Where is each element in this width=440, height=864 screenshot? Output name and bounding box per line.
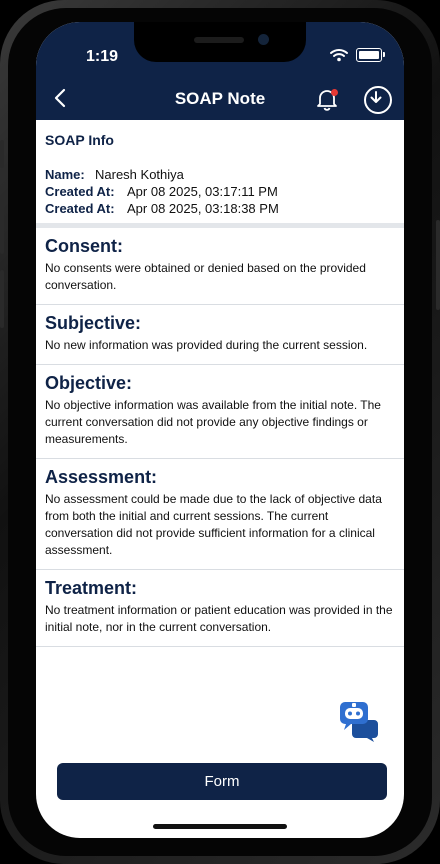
section-heading: Objective: <box>45 373 133 393</box>
section-objective: Objective: No objective information was … <box>36 365 404 459</box>
name-row: Name: Naresh Kothiya <box>45 166 395 183</box>
status-icons <box>330 48 385 62</box>
section-text: No consents were obtained or denied base… <box>45 261 366 292</box>
section-text: No treatment information or patient educ… <box>45 603 393 634</box>
mute-switch <box>0 140 4 168</box>
name-label: Name: <box>45 167 85 182</box>
notch <box>134 22 306 62</box>
section-text: No new information was provided during t… <box>45 338 368 352</box>
section-text: No assessment could be made due to the l… <box>45 492 382 557</box>
home-indicator[interactable] <box>153 824 287 829</box>
download-button[interactable] <box>364 86 392 114</box>
volume-up-button <box>0 196 4 254</box>
page-title: SOAP Note <box>174 89 266 108</box>
volume-down-button <box>0 270 4 328</box>
app-screen: 1:19 SOAP Note SOAP Info Name: Naresh Ko… <box>36 22 404 838</box>
speaker-grille <box>194 37 244 43</box>
power-button <box>436 220 440 310</box>
front-camera <box>258 34 269 45</box>
section-heading: Treatment: <box>45 578 138 598</box>
wifi-icon <box>330 49 348 62</box>
section-treatment: Treatment: No treatment information or p… <box>36 570 404 647</box>
phone-frame: 1:19 SOAP Note SOAP Info Name: Naresh Ko… <box>0 0 440 864</box>
name-value: Naresh Kothiya <box>95 167 184 182</box>
soap-info-card: SOAP Info Name: Naresh Kothiya Created At… <box>36 120 404 228</box>
created-at-label: Created At: <box>45 184 115 199</box>
section-text: No objective information was available f… <box>45 398 381 446</box>
created-at-value: Apr 08 2025, 03:17:11 PM <box>127 184 278 199</box>
battery-icon <box>356 48 385 62</box>
section-assessment: Assessment: No assessment could be made … <box>36 459 404 570</box>
chatbot-button[interactable] <box>338 700 380 742</box>
section-subjective: Subjective: No new information was provi… <box>36 305 404 365</box>
created-at-row: Created At: Apr 08 2025, 03:18:38 PM <box>45 200 395 217</box>
app-header: 1:19 SOAP Note <box>36 22 404 120</box>
form-button[interactable]: Form <box>57 763 387 800</box>
status-time: 1:19 <box>86 48 119 65</box>
chatbot-icon <box>340 702 378 742</box>
section-heading: Assessment: <box>45 467 158 487</box>
created-at-label: Created At: <box>45 201 115 216</box>
notification-badge <box>331 89 338 96</box>
soap-content: SOAP Info Name: Naresh Kothiya Created At… <box>36 120 404 647</box>
soap-info-heading: SOAP Info <box>45 132 114 148</box>
created-at-value: Apr 08 2025, 03:18:38 PM <box>127 201 279 216</box>
section-consent: Consent: No consents were obtained or de… <box>36 228 404 305</box>
section-heading: Consent: <box>45 236 123 256</box>
created-at-row: Created At: Apr 08 2025, 03:17:11 PM <box>45 183 395 200</box>
download-icon <box>370 91 382 103</box>
section-heading: Subjective: <box>45 313 142 333</box>
notification-button[interactable] <box>314 86 340 112</box>
